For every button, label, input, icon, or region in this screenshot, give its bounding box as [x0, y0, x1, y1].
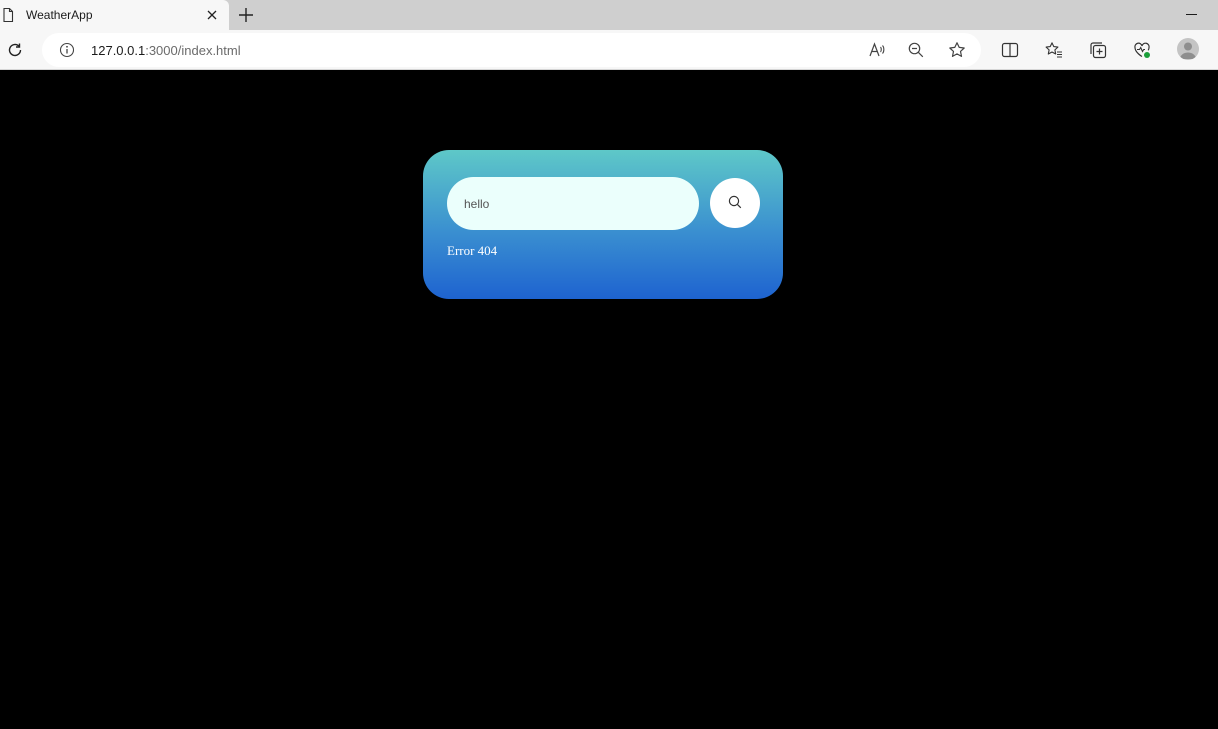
split-screen-icon[interactable] — [1001, 41, 1019, 59]
browser-tab[interactable]: WeatherApp — [0, 0, 229, 30]
reload-icon[interactable] — [6, 41, 24, 59]
url-path: :3000/index.html — [145, 43, 241, 58]
collections-icon[interactable] — [1089, 41, 1107, 59]
search-icon — [728, 195, 742, 209]
favorites-icon[interactable] — [1045, 41, 1063, 59]
page-viewport: Error 404 — [0, 70, 1218, 729]
address-bar[interactable]: 127.0.0.1:3000/index.html — [42, 33, 981, 67]
url-host: 127.0.0.1 — [91, 43, 146, 58]
page-icon — [3, 7, 14, 23]
city-search-input[interactable] — [447, 177, 699, 230]
search-button[interactable] — [710, 178, 760, 228]
info-icon[interactable] — [59, 42, 75, 58]
minimize-icon[interactable] — [1186, 14, 1197, 15]
user-icon — [1179, 42, 1197, 59]
browser-essentials-icon[interactable] — [1133, 41, 1151, 59]
url-text: 127.0.0.1:3000/index.html — [91, 43, 241, 58]
read-aloud-icon[interactable] — [868, 41, 886, 59]
tab-strip: WeatherApp — [0, 0, 1218, 30]
tab-title: WeatherApp — [26, 8, 93, 22]
weather-card: Error 404 — [423, 150, 783, 299]
new-tab-icon[interactable] — [237, 6, 255, 24]
close-icon[interactable] — [205, 8, 219, 22]
profile-avatar[interactable] — [1177, 38, 1199, 60]
zoom-out-icon[interactable] — [907, 41, 925, 59]
favorite-star-icon[interactable] — [948, 41, 966, 59]
browser-toolbar: 127.0.0.1:3000/index.html — [0, 30, 1218, 70]
error-message: Error 404 — [447, 243, 498, 258]
